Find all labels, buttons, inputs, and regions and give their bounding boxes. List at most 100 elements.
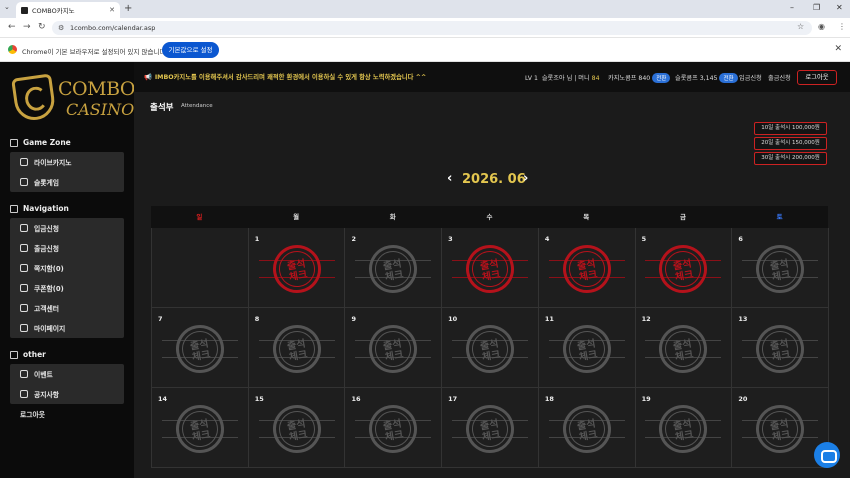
- bookmark-star-icon[interactable]: ☆: [797, 22, 804, 31]
- sidebar-item-slot[interactable]: 슬롯게임: [10, 172, 124, 192]
- withdraw-icon: [20, 244, 28, 252]
- attendance-stamp-icon: 출석 체크: [365, 321, 422, 377]
- calendar-day-cell: 17 출석 체크: [441, 388, 539, 468]
- day-number: 6: [738, 235, 743, 243]
- calendar-day-cell: 19 출석 체크: [634, 388, 733, 468]
- calendar-body: 1 출석 체크 2 출석 체크 3 출석 체크 4 출석 체크 5 출석 체크 6 출석 체크 7 출석 체크 8 출석 체크…: [151, 228, 830, 468]
- calendar-week-row: 1 출석 체크 2 출석 체크 3 출석 체크 4 출석 체크 5 출석 체크 6 출석 체크: [151, 228, 830, 308]
- weekday-label: 월: [293, 213, 300, 221]
- calendar-day-cell: 1 출석 체크: [247, 228, 346, 308]
- minimize-icon[interactable]: –: [790, 3, 794, 12]
- attendance-stamp-icon: 출석 체크: [365, 401, 422, 457]
- slot-comp-convert-button[interactable]: 전환: [719, 73, 738, 83]
- site-info-icon[interactable]: ⚙: [58, 21, 64, 35]
- weekday-label: 일: [196, 213, 203, 221]
- sidebar-item-deposit[interactable]: 입금신청: [10, 218, 124, 238]
- sidebar-item-mypage[interactable]: 마이페이지: [10, 318, 124, 338]
- section-navigation: Navigation: [10, 204, 69, 213]
- weekday-header: 일월화수목금토: [151, 206, 828, 228]
- top-withdraw-link[interactable]: 출금신청: [768, 73, 791, 82]
- close-tab-icon[interactable]: ✕: [109, 6, 115, 14]
- casino-comp-text: 카지노콤프 840: [608, 75, 651, 82]
- user-level: LV 1: [525, 75, 538, 82]
- chat-support-button[interactable]: [814, 442, 840, 468]
- section-title: Navigation: [23, 204, 69, 213]
- sidebar-item-messages[interactable]: 쪽지함(0): [10, 258, 124, 278]
- attendance-stamp-icon: 출석 체크: [752, 321, 808, 377]
- reload-icon[interactable]: ↻: [38, 22, 46, 32]
- top-deposit-link[interactable]: 입금신청: [739, 73, 762, 82]
- user-money: 84: [591, 75, 600, 82]
- bonus-badge-10: 10일 출석시 100,000원: [754, 122, 827, 135]
- day-number: 15: [254, 395, 264, 403]
- sidebar-item-coupons[interactable]: 쿠폰함(0): [10, 278, 124, 298]
- calendar-day-cell: 13 출석 체크: [731, 308, 830, 388]
- sidebar-item-support[interactable]: 고객센터: [10, 298, 124, 318]
- calendar-day-cell: 10 출석 체크: [441, 308, 539, 388]
- calendar-day-cell: 5 출석 체크: [634, 228, 733, 308]
- calendar-day-cell: 12 출석 체크: [634, 308, 733, 388]
- current-month: 2026. 06: [462, 172, 526, 187]
- weekday-label: 금: [679, 213, 686, 221]
- back-icon[interactable]: ←: [8, 22, 16, 32]
- day-number: 17: [448, 395, 458, 403]
- day-number: 14: [158, 395, 168, 403]
- page-subtitle: Attendance: [181, 103, 213, 109]
- notice-marquee: 📢 IMBO카지노를 이용해주셔서 감사드리며 쾌적한 환경에서 이용하실 수 있…: [144, 72, 426, 81]
- weekday-label: 목: [583, 213, 590, 221]
- infobar-close-icon[interactable]: ✕: [834, 44, 842, 54]
- section-game-zone: Game Zone: [10, 138, 71, 147]
- attendance-calendar: 일 월 화 수 목 금 토 1 출석 체크 2 출석 체크 3 출석 체크 4 출석 체크 5 출석 체크 6 출석 체크 7 출…: [151, 206, 830, 468]
- prev-month-button[interactable]: ‹: [447, 171, 452, 186]
- sidebar-item-event[interactable]: 이벤트: [10, 364, 124, 384]
- day-number: 4: [544, 235, 550, 243]
- browser-tab[interactable]: COMBO카지노 ✕: [16, 2, 120, 18]
- attendance-stamp-checked-icon: 출석 체크: [558, 241, 615, 297]
- bonus-badge-20: 20일 출석시 150,000원: [754, 137, 827, 150]
- sidebar-item-label: 쪽지함(0): [34, 265, 64, 273]
- day-number: 10: [448, 315, 458, 323]
- maximize-icon[interactable]: ❐: [813, 3, 820, 12]
- main-content: 출석부 Attendance 10일 출석시 100,000원 20일 출석시 …: [134, 92, 850, 478]
- logo-text-casino: CASINO: [66, 100, 135, 119]
- infobar-message: Chrome이 기본 브라우저로 설정되어 있지 않습니다: [22, 48, 166, 56]
- new-tab-icon[interactable]: +: [124, 3, 132, 14]
- top-logout-button[interactable]: 로그아웃: [797, 70, 837, 85]
- calendar-day-cell: 8 출석 체크: [247, 308, 346, 388]
- profile-icon[interactable]: ◉: [818, 22, 825, 31]
- day-number: 2: [351, 235, 356, 243]
- megaphone-icon: 📢: [144, 74, 152, 81]
- user-info: LV 1 슬롯조아 님 | 머니 84: [525, 73, 600, 82]
- attendance-stamp-icon: 출석 체크: [268, 401, 325, 457]
- menu-game-zone: 라이브카지노 슬롯게임: [10, 152, 124, 192]
- slot-comp-text: 슬롯콤프 3,145: [675, 75, 718, 82]
- calendar-day-cell: 2 출석 체크: [344, 228, 443, 308]
- site-logo[interactable]: COMBO CASINO: [11, 73, 135, 124]
- deposit-icon: [20, 224, 28, 232]
- sidebar-item-live-casino[interactable]: 라이브카지노: [10, 152, 124, 172]
- sidebar-logout-link[interactable]: 로그아웃: [20, 409, 45, 419]
- menu-navigation: 입금신청 출금신청 쪽지함(0) 쿠폰함(0) 고객센터 마이페이지: [10, 218, 124, 338]
- calendar-day-cell: 18 출석 체크: [537, 388, 636, 468]
- weekday-label: 수: [486, 213, 493, 221]
- sidebar-item-label: 라이브카지노: [34, 159, 72, 167]
- menu-icon[interactable]: ⋮: [838, 22, 846, 31]
- mail-icon: [20, 264, 28, 272]
- next-month-button[interactable]: ›: [523, 171, 528, 186]
- url-field[interactable]: ⚙ 1combo.com/calendar.asp: [52, 21, 812, 35]
- attendance-stamp-icon: 출석 체크: [365, 241, 422, 297]
- section-title: Game Zone: [23, 138, 71, 147]
- calendar-day-cell: 9 출석 체크: [344, 308, 443, 388]
- tab-search-icon[interactable]: ⌄: [4, 3, 10, 11]
- attendance-stamp-icon: 출석 체크: [172, 401, 228, 457]
- forward-icon[interactable]: →: [23, 22, 31, 32]
- sidebar-item-withdraw[interactable]: 출금신청: [10, 238, 124, 258]
- close-window-icon[interactable]: ✕: [836, 3, 843, 12]
- day-number: 19: [641, 395, 651, 403]
- set-default-button[interactable]: 기본값으로 설정: [162, 42, 219, 58]
- sidebar-item-label: 마이페이지: [34, 325, 66, 333]
- sidebar-item-notice[interactable]: 공지사항: [10, 384, 124, 404]
- attendance-stamp-icon: 출석 체크: [752, 401, 808, 457]
- day-number: 11: [544, 315, 554, 323]
- casino-comp-convert-button[interactable]: 전환: [652, 73, 671, 83]
